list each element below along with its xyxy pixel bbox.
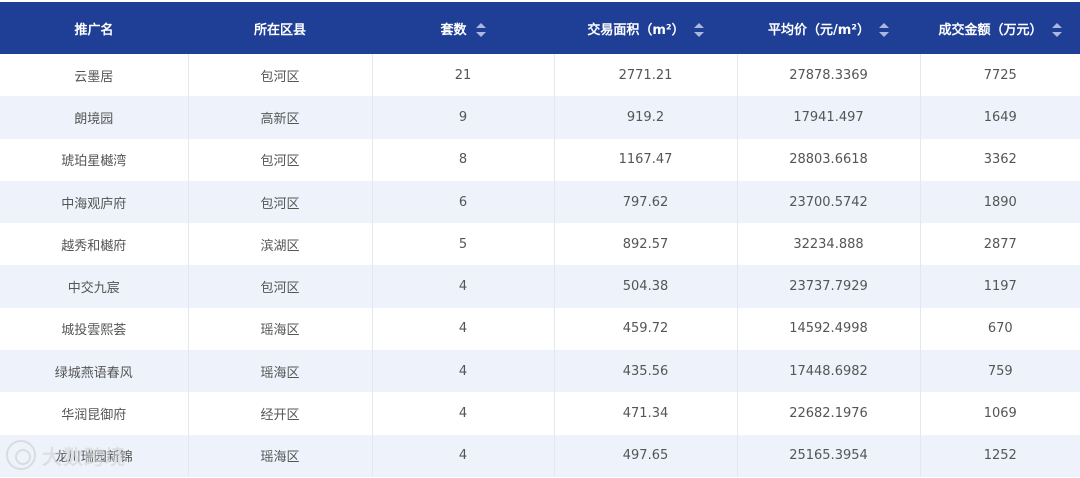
cell-amount: 670 (987, 321, 1013, 337)
table-row: 中交九宸 包河区 4 504.38 23737.7929 1197 (0, 265, 1080, 308)
cell-units: 4 (372, 392, 555, 435)
cell-district: 瑶海区 (188, 434, 373, 477)
cell-district: 包河区 (188, 138, 373, 181)
cell-name: 城投雲熙荟 (0, 307, 189, 351)
brand-logo-icon (6, 440, 36, 470)
data-table-container: 推广名 所在区县 套数 交易面积（m²） 平均价（元/m²） 成交金额（万元） … (0, 2, 1080, 477)
table-header: 推广名 所在区县 套数 交易面积（m²） 平均价（元/m²） 成交金额（万元） (0, 2, 1080, 54)
cell-name: 朗境园 (0, 96, 189, 139)
sort-icon[interactable] (475, 23, 486, 37)
cell-district: 滨湖区 (188, 223, 373, 266)
column-header-amount[interactable]: 成交金额（万元） (920, 2, 1080, 54)
cell-district: 瑶海区 (188, 350, 373, 393)
cell-avg-price: 17941.497 (737, 96, 921, 139)
cell-avg-price: 23700.5742 (737, 180, 921, 224)
transaction-table: 推广名 所在区县 套数 交易面积（m²） 平均价（元/m²） 成交金额（万元） … (0, 2, 1080, 477)
column-header-district: 所在区县 (188, 2, 372, 54)
table-row: 龙川瑞园新锦 瑶海区 4 497.65 25165.3954 1252 (0, 434, 1080, 477)
watermark: 大数跨境 (6, 440, 126, 470)
cell-units: 6 (372, 180, 555, 224)
cell-units: 5 (372, 223, 555, 266)
cell-name: 云墨居 (0, 54, 189, 97)
cell-units: 4 (372, 307, 555, 351)
column-header-label: 平均价（元/m²） (768, 22, 870, 38)
table-row: 琥珀星樾湾 包河区 8 1167.47 28803.6618 3362 (0, 138, 1080, 181)
cell-area: 497.65 (554, 434, 738, 477)
cell-area: 435.56 (554, 350, 738, 393)
cell-name: 中海观庐府 (0, 180, 189, 224)
column-header-units[interactable]: 套数 (372, 2, 554, 54)
column-header-label: 所在区县 (253, 22, 306, 38)
cell-area: 919.2 (554, 96, 738, 139)
cell-amount: 2877 (983, 236, 1017, 252)
column-header-name: 推广名 (0, 2, 188, 54)
cell-district: 包河区 (188, 54, 373, 97)
cell-amount: 1197 (983, 279, 1017, 295)
sort-icon[interactable] (693, 23, 704, 37)
cell-units: 21 (372, 54, 555, 97)
cell-avg-price: 17448.6982 (737, 350, 921, 393)
cell-avg-price: 14592.4998 (737, 307, 921, 351)
cell-units: 9 (372, 96, 555, 139)
cell-avg-price: 32234.888 (737, 223, 921, 266)
column-header-label: 推广名 (74, 22, 114, 38)
column-header-label: 交易面积（m²） (587, 22, 685, 38)
cell-amount: 1069 (983, 406, 1017, 422)
cell-amount: 1890 (983, 194, 1017, 210)
cell-amount: 3362 (983, 152, 1017, 168)
cell-name: 琥珀星樾湾 (0, 138, 189, 181)
cell-avg-price: 22682.1976 (737, 392, 921, 435)
table-row: 城投雲熙荟 瑶海区 4 459.72 14592.4998 670 (0, 307, 1080, 351)
cell-area: 459.72 (554, 307, 738, 351)
table-row: 朗境园 高新区 9 919.2 17941.497 1649 (0, 96, 1080, 139)
cell-avg-price: 25165.3954 (737, 434, 921, 477)
cell-district: 高新区 (188, 96, 373, 139)
table-row: 华润昆御府 经开区 4 471.34 22682.1976 1069 (0, 392, 1080, 435)
cell-avg-price: 23737.7929 (737, 265, 921, 308)
cell-name: 越秀和樾府 (0, 223, 189, 266)
column-header-label: 成交金额（万元） (938, 22, 1043, 38)
cell-area: 2771.21 (554, 54, 738, 97)
cell-amount: 1649 (983, 109, 1017, 125)
cell-area: 1167.47 (554, 138, 738, 181)
cell-name: 绿城燕语春风 (0, 350, 189, 393)
table-row: 越秀和樾府 滨湖区 5 892.57 32234.888 2877 (0, 223, 1080, 266)
watermark-text: 大数跨境 (42, 444, 126, 469)
cell-area: 471.34 (554, 392, 738, 435)
table-row: 云墨居 包河区 21 2771.21 27878.3369 7725 (0, 54, 1080, 97)
cell-district: 包河区 (188, 265, 373, 308)
cell-avg-price: 28803.6618 (737, 138, 921, 181)
cell-area: 797.62 (554, 180, 738, 224)
table-row: 中海观庐府 包河区 6 797.62 23700.5742 1890 (0, 180, 1080, 224)
cell-units: 4 (372, 265, 555, 308)
cell-district: 瑶海区 (188, 307, 373, 351)
cell-district: 经开区 (188, 392, 373, 435)
cell-units: 8 (372, 138, 555, 181)
sort-icon[interactable] (879, 23, 889, 37)
cell-name: 华润昆御府 (0, 392, 189, 435)
cell-amount: 7725 (983, 67, 1017, 83)
cell-avg-price: 27878.3369 (737, 54, 921, 97)
column-header-label: 套数 (440, 22, 467, 38)
cell-district: 包河区 (188, 180, 373, 224)
column-header-area[interactable]: 交易面积（m²） (554, 2, 737, 54)
cell-amount: 759 (987, 363, 1013, 379)
cell-amount: 1252 (983, 448, 1017, 464)
table-body: 云墨居 包河区 21 2771.21 27878.3369 7725 朗境园 高… (0, 54, 1080, 477)
table-row: 绿城燕语春风 瑶海区 4 435.56 17448.6982 759 (0, 350, 1080, 393)
cell-area: 504.38 (554, 265, 738, 308)
cell-area: 892.57 (554, 223, 738, 266)
cell-units: 4 (372, 434, 555, 477)
column-header-avg-price[interactable]: 平均价（元/m²） (737, 2, 920, 54)
cell-units: 4 (372, 350, 555, 393)
sort-icon[interactable] (1051, 23, 1062, 37)
cell-name: 中交九宸 (0, 265, 189, 308)
header-row: 推广名 所在区县 套数 交易面积（m²） 平均价（元/m²） 成交金额（万元） (0, 2, 1080, 54)
